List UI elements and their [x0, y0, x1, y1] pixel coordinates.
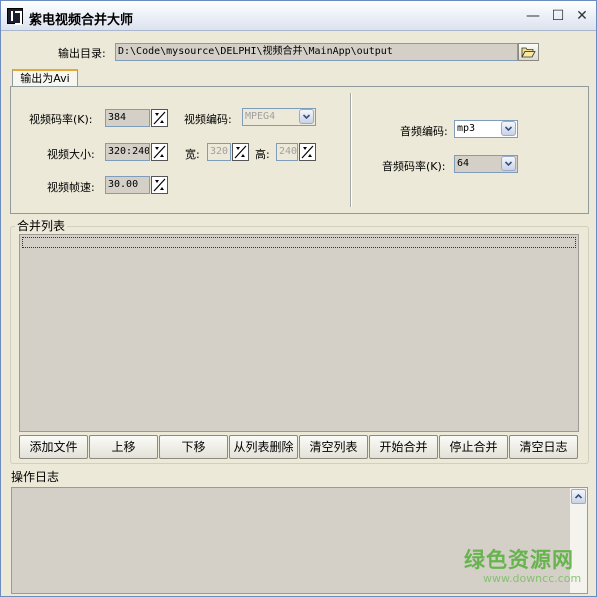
log-title: 操作日志	[11, 470, 60, 484]
spin-arrows-icon	[153, 178, 166, 192]
remove-from-list-button[interactable]: 从列表删除	[229, 435, 298, 459]
spin-arrows-icon	[301, 145, 314, 159]
minimize-button[interactable]: —	[524, 8, 542, 24]
chevron-down-icon	[504, 161, 513, 167]
height-spin[interactable]	[299, 143, 316, 161]
video-size-spin[interactable]	[151, 143, 168, 161]
list-focus-row[interactable]	[22, 237, 576, 248]
video-size-field[interactable]: 320:240	[105, 143, 150, 161]
tab-output-avi[interactable]: 输出为Avi	[12, 69, 78, 87]
height-field[interactable]: 240	[276, 143, 298, 161]
output-dir-field[interactable]: D:\Code\mysource\DELPHI\视频合并\MainApp\out…	[115, 43, 518, 61]
width-spin[interactable]	[232, 143, 249, 161]
audio-codec-label: 音频编码:	[400, 125, 448, 138]
video-fps-spin[interactable]	[151, 176, 168, 194]
chevron-down-icon	[302, 114, 311, 120]
width-field[interactable]: 320	[207, 143, 231, 161]
audio-codec-dropdown[interactable]	[501, 121, 516, 136]
video-size-label: 视频大小:	[47, 148, 95, 161]
add-file-button[interactable]: 添加文件	[19, 435, 88, 459]
video-codec-label: 视频编码:	[184, 113, 232, 126]
panel-divider	[350, 93, 352, 207]
chevron-up-icon	[574, 493, 583, 499]
app-icon	[7, 8, 23, 25]
main-window: 紫电视频合并大师 — ☐ ✕ 输出目录: D:\Code\mysource\DE…	[0, 0, 597, 597]
stop-merge-button[interactable]: 停止合并	[439, 435, 508, 459]
maximize-button[interactable]: ☐	[549, 8, 567, 24]
video-fps-field[interactable]: 30.00	[105, 176, 150, 194]
width-label: 宽:	[185, 148, 200, 161]
video-bitrate-label: 视频码率(K):	[29, 113, 93, 126]
spin-arrows-icon	[153, 111, 166, 125]
video-bitrate-spin[interactable]	[151, 109, 168, 127]
spin-arrows-icon	[153, 145, 166, 159]
move-down-button[interactable]: 下移	[159, 435, 228, 459]
spin-arrows-icon	[234, 145, 247, 159]
folder-open-icon	[521, 47, 536, 58]
video-bitrate-field[interactable]: 384	[105, 109, 150, 127]
move-up-button[interactable]: 上移	[89, 435, 158, 459]
chevron-down-icon	[504, 126, 513, 132]
watermark-url: www.downcc.com	[483, 572, 582, 585]
clear-log-button[interactable]: 清空日志	[509, 435, 578, 459]
clear-list-button[interactable]: 清空列表	[299, 435, 368, 459]
height-label: 高:	[255, 148, 270, 161]
merge-list[interactable]	[19, 234, 579, 432]
title-bar[interactable]: 紫电视频合并大师 — ☐ ✕	[1, 1, 596, 31]
video-codec-dropdown[interactable]	[299, 109, 314, 124]
video-fps-label: 视频帧速:	[47, 181, 95, 194]
audio-bitrate-label: 音频码率(K):	[382, 160, 446, 173]
audio-bitrate-dropdown[interactable]	[501, 156, 516, 171]
browse-folder-button[interactable]	[518, 43, 539, 61]
merge-list-title: 合并列表	[15, 217, 68, 234]
watermark-logo: 绿色资源网	[464, 548, 574, 572]
scroll-up-button[interactable]	[571, 489, 586, 504]
start-merge-button[interactable]: 开始合并	[369, 435, 438, 459]
output-dir-label: 输出目录:	[58, 47, 106, 60]
close-button[interactable]: ✕	[573, 8, 591, 24]
window-title: 紫电视频合并大师	[29, 13, 134, 28]
